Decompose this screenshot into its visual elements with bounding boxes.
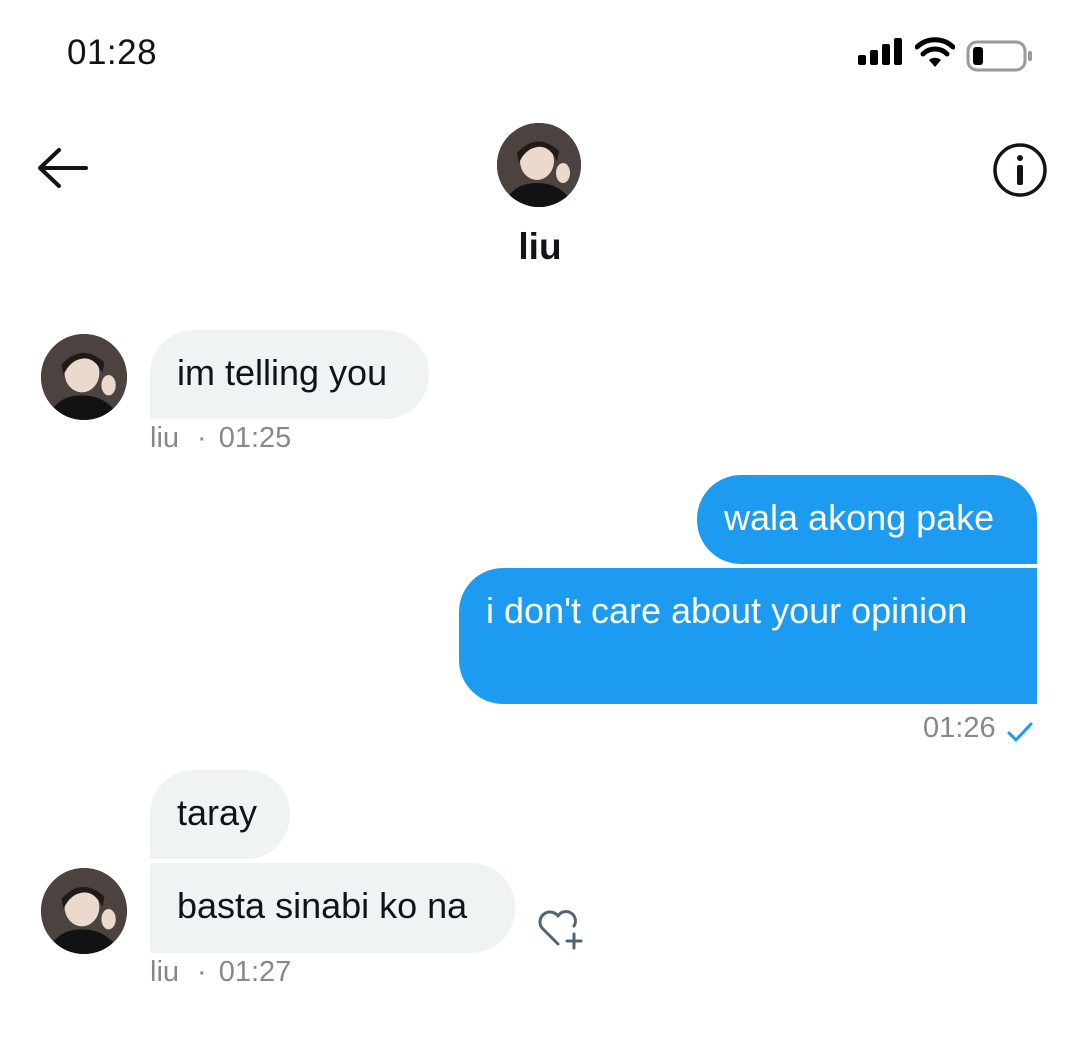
sender-avatar[interactable] (41, 868, 127, 954)
message-bubble-outgoing[interactable]: wala akong pake (697, 475, 1037, 564)
back-arrow-icon[interactable] (36, 146, 90, 195)
message-time: 01:27 (218, 956, 292, 988)
message-sender: liu (150, 956, 180, 988)
status-time: 01:28 (67, 33, 158, 72)
add-reaction-icon[interactable] (536, 906, 588, 955)
message-bubble-outgoing[interactable]: i don't care about your opinion (459, 568, 1037, 704)
read-check-icon (1006, 720, 1034, 749)
separator-dot: · (197, 422, 207, 454)
message-meta: liu · 01:27 (150, 956, 291, 989)
wifi-icon (914, 37, 956, 74)
header-name[interactable]: liu (0, 226, 1080, 268)
info-icon[interactable] (992, 142, 1048, 203)
message-time: 01:25 (218, 422, 292, 454)
separator-dot: · (197, 956, 207, 988)
message-time: 01:26 (923, 712, 996, 744)
message-bubble-incoming[interactable]: im telling you (150, 330, 429, 419)
message-bubble-incoming[interactable]: taray (150, 770, 290, 859)
message-meta: liu · 01:25 (150, 422, 291, 455)
header-avatar[interactable] (497, 123, 581, 207)
sender-avatar[interactable] (41, 334, 127, 420)
message-bubble-incoming[interactable]: basta sinabi ko na (150, 863, 515, 953)
signal-icon (858, 38, 904, 71)
message-sender: liu (150, 422, 180, 454)
battery-icon (966, 40, 1034, 77)
message-meta: 01:26 (923, 712, 996, 745)
